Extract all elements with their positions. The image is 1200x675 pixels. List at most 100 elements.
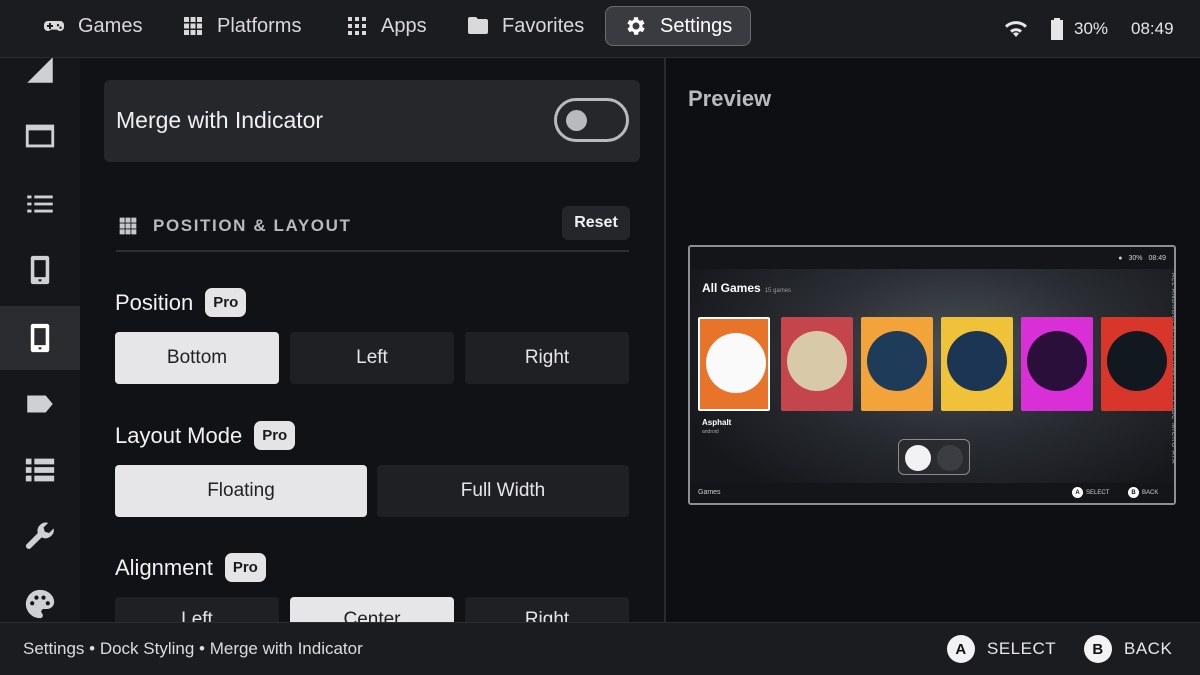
- toggle-knob: [566, 110, 587, 131]
- clock: 08:49: [1131, 14, 1174, 44]
- back-hint-button[interactable]: B BACK: [1084, 635, 1172, 663]
- folder-icon: [468, 17, 488, 34]
- table-icon: [25, 458, 55, 482]
- tab-settings[interactable]: Settings: [605, 6, 752, 46]
- tab-apps[interactable]: Apps: [327, 6, 445, 46]
- clock-time: 08:49: [1131, 19, 1174, 38]
- mini-game-tile: [941, 317, 1013, 411]
- mini-game-tile: [781, 317, 853, 411]
- mini-footer-label: Games: [698, 489, 721, 496]
- tab-games-label: Games: [78, 14, 143, 37]
- mini-battery: 30%: [1128, 254, 1143, 262]
- wifi-icon: [1005, 21, 1027, 37]
- layout-mode-label: Layout Mode: [115, 422, 243, 448]
- tab-favorites[interactable]: Favorites: [448, 6, 602, 46]
- tab-settings-label: Settings: [660, 14, 733, 37]
- rail-item-table[interactable]: [0, 438, 80, 502]
- battery-status: 30%: [1050, 14, 1108, 44]
- rail-item-phone[interactable]: [0, 238, 80, 302]
- rail-item-window[interactable]: [0, 104, 80, 168]
- preview-title: Preview: [688, 86, 772, 111]
- phone-active-icon: [30, 323, 50, 353]
- palette-icon: [25, 589, 55, 619]
- tab-games[interactable]: Games: [24, 6, 160, 46]
- mini-time: 08:49: [1148, 254, 1166, 262]
- rail-item-palette[interactable]: [0, 572, 80, 622]
- select-hint-label: SELECT: [987, 639, 1057, 658]
- settings-pane: Merge with Indicator POSITION & LAYOUT R…: [80, 58, 664, 622]
- mini-back-hint: B BACK: [1128, 487, 1158, 498]
- tag-icon: [27, 395, 53, 413]
- a-button-icon: A: [947, 635, 975, 663]
- mini-focused-game-platform: android: [702, 429, 719, 435]
- game-art-icon: [706, 333, 766, 393]
- mini-heading: All Games 15 games: [702, 281, 791, 295]
- layout-option-floating[interactable]: Floating: [115, 465, 367, 517]
- phone-icon: [30, 255, 50, 285]
- gear-icon: [627, 17, 645, 35]
- wrench-icon: [25, 522, 54, 549]
- layout-option-full-width[interactable]: Full Width: [377, 465, 629, 517]
- mini-game-tile: [1101, 317, 1173, 411]
- mini-heading-text: All Games: [702, 281, 761, 295]
- game-art-icon: [867, 331, 927, 391]
- game-art-icon: [1027, 331, 1087, 391]
- rail-item-dock-styling[interactable]: [0, 306, 80, 370]
- gear-icon: [937, 445, 963, 471]
- window-icon: [25, 124, 55, 148]
- pro-badge: Pro: [205, 288, 247, 317]
- alignment-option-center[interactable]: Center: [290, 597, 454, 622]
- alignment-label-row: Alignment Pro: [115, 553, 266, 582]
- mini-wifi-icon: ●: [1118, 254, 1123, 262]
- mini-back-label: BACK: [1142, 489, 1159, 496]
- grid-icon: [119, 217, 137, 235]
- pro-badge: Pro: [224, 553, 266, 582]
- pro-badge: Pro: [254, 421, 296, 450]
- gamepad-icon: [44, 21, 64, 31]
- b-key-icon: B: [1128, 487, 1139, 498]
- section-title: POSITION & LAYOUT: [153, 216, 352, 235]
- grid-icon: [184, 17, 202, 35]
- tab-platforms[interactable]: Platforms: [163, 6, 319, 46]
- position-layout-section-header: POSITION & LAYOUT Reset: [116, 206, 630, 252]
- select-hint-button[interactable]: A SELECT: [947, 635, 1056, 663]
- mini-dock: [898, 439, 970, 475]
- merge-with-indicator-row[interactable]: Merge with Indicator: [104, 80, 640, 162]
- mini-select-hint: A SELECT: [1072, 487, 1109, 498]
- position-label: Position: [115, 289, 194, 315]
- position-option-left[interactable]: Left: [290, 332, 454, 384]
- position-label-row: Position Pro: [115, 288, 247, 317]
- rail-item-list[interactable]: [0, 172, 80, 236]
- mini-game-tile: [1021, 317, 1093, 411]
- game-art-icon: [787, 331, 847, 391]
- alignment-option-left[interactable]: Left: [115, 597, 279, 622]
- mini-status-bar: ● 30% 08:49: [690, 247, 1174, 269]
- position-option-right[interactable]: Right: [465, 332, 629, 384]
- mini-focused-game-title: Asphalt: [702, 418, 732, 427]
- list-icon: [27, 195, 53, 213]
- play-store-icon: [905, 445, 931, 471]
- merge-with-indicator-toggle[interactable]: [554, 98, 629, 142]
- alignment-option-right[interactable]: Right: [465, 597, 629, 622]
- breadcrumb: Settings • Dock Styling • Merge with Ind…: [23, 639, 363, 658]
- alignment-label: Alignment: [115, 554, 213, 580]
- settings-category-rail: [0, 58, 80, 622]
- position-option-bottom[interactable]: Bottom: [115, 332, 279, 384]
- reset-button[interactable]: Reset: [562, 206, 630, 240]
- battery-icon: [1051, 18, 1063, 40]
- rail-item-tag[interactable]: [0, 372, 80, 436]
- rail-item-signal[interactable]: [0, 58, 80, 102]
- mini-game-count: 15 games: [764, 288, 792, 294]
- layout-mode-label-row: Layout Mode Pro: [115, 421, 296, 450]
- top-navigation-bar: Games Platforms Apps Favorites Settings …: [0, 0, 1200, 58]
- tab-platforms-label: Platforms: [217, 14, 302, 37]
- mini-footer: Games A SELECT B BACK: [690, 483, 1174, 503]
- tab-favorites-label: Favorites: [502, 14, 585, 37]
- b-button-icon: B: [1084, 635, 1112, 663]
- rail-item-wrench[interactable]: [0, 504, 80, 568]
- wifi-status: [1004, 14, 1028, 44]
- apps-icon: [348, 17, 366, 35]
- preview-screen: ● 30% 08:49 All Games 15 games ALL ANDROI…: [688, 245, 1176, 505]
- back-hint-label: BACK: [1124, 639, 1173, 658]
- mini-game-tile: [698, 317, 770, 411]
